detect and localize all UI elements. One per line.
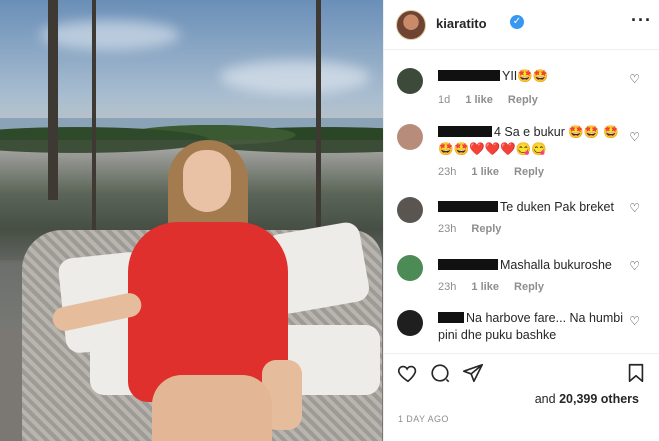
comment-meta: 23h 1 like Reply	[438, 166, 556, 178]
redacted-username	[438, 259, 498, 270]
commenter-avatar[interactable]	[397, 255, 423, 281]
redacted-username	[438, 312, 464, 323]
redacted-username	[438, 126, 492, 137]
commenter-avatar[interactable]	[397, 310, 423, 336]
comment-meta: 23h Reply	[438, 223, 513, 235]
likes-count[interactable]: 20,399 others	[559, 392, 639, 406]
comment-text-row: Te duken Pak breket	[438, 199, 628, 216]
comment-time: 23h	[438, 166, 457, 178]
redacted-username	[438, 201, 498, 212]
comment-like-heart-icon[interactable]: ♡	[629, 72, 640, 86]
comment-text-row: Na harbove fare... Na humbi pini dhe puk…	[438, 310, 628, 344]
commenter-avatar[interactable]	[397, 124, 423, 150]
comment-likes[interactable]: 1 like	[465, 94, 493, 106]
post-date[interactable]: 1 DAY AGO	[398, 414, 449, 424]
post-actions-bar	[384, 353, 659, 393]
comment-text-row: YII🤩🤩	[438, 68, 628, 85]
reply-button[interactable]: Reply	[514, 166, 544, 178]
comment-text: Na harbove fare... Na humbi pini dhe puk…	[438, 311, 624, 342]
post-sidebar: kiaratito ✓ ··· YII🤩🤩 1d 1 like Reply ♡ …	[383, 0, 659, 441]
comment-meta: 1d 1 like Reply	[438, 94, 550, 106]
comment-like-heart-icon[interactable]: ♡	[629, 130, 640, 144]
comment-text: Mashalla bukuroshe	[500, 258, 612, 272]
cloud	[220, 60, 370, 94]
commenter-avatar[interactable]	[397, 197, 423, 223]
likes-prefix: and	[534, 392, 560, 406]
more-options-icon[interactable]: ···	[631, 10, 652, 31]
reply-button[interactable]: Reply	[471, 223, 501, 235]
comment-icon[interactable]	[429, 362, 451, 384]
face	[183, 150, 231, 212]
palm-trunk	[48, 0, 58, 200]
comment-time: 1d	[438, 94, 451, 106]
comment-time: 23h	[438, 281, 457, 293]
comment-text: YII🤩🤩	[502, 69, 549, 83]
heart-icon[interactable]	[397, 362, 419, 384]
comment-likes[interactable]: 1 like	[471, 166, 499, 178]
legs	[152, 375, 272, 441]
share-icon[interactable]	[462, 362, 484, 384]
comment-like-heart-icon[interactable]: ♡	[629, 314, 640, 328]
commenter-avatar[interactable]	[397, 68, 423, 94]
post-header: kiaratito ✓ ···	[384, 0, 659, 50]
post-photo[interactable]	[0, 0, 383, 441]
author-avatar[interactable]	[396, 10, 426, 40]
redacted-username	[438, 70, 500, 81]
reply-button[interactable]: Reply	[514, 281, 544, 293]
reply-button[interactable]: Reply	[508, 94, 538, 106]
author-username[interactable]: kiaratito	[436, 16, 487, 31]
comments-list: YII🤩🤩 1d 1 like Reply ♡ 4 Sa e bukur 🤩🤩 …	[384, 50, 659, 353]
cloud	[40, 20, 180, 50]
bookmark-icon[interactable]	[625, 362, 647, 384]
verified-badge-icon: ✓	[510, 15, 524, 29]
comment-text-row: 4 Sa e bukur 🤩🤩 🤩🤩🤩❤️❤️❤️😋😋	[438, 124, 628, 158]
comment-like-heart-icon[interactable]: ♡	[629, 259, 640, 273]
comment-text-row: Mashalla bukuroshe	[438, 257, 628, 274]
comment-like-heart-icon[interactable]: ♡	[629, 201, 640, 215]
comment-meta: 23h 1 like Reply	[438, 281, 556, 293]
comment-likes[interactable]: 1 like	[471, 281, 499, 293]
comment-text: Te duken Pak breket	[500, 200, 614, 214]
comment-time: 23h	[438, 223, 457, 235]
likes-summary[interactable]: and 20,399 others	[535, 392, 639, 406]
